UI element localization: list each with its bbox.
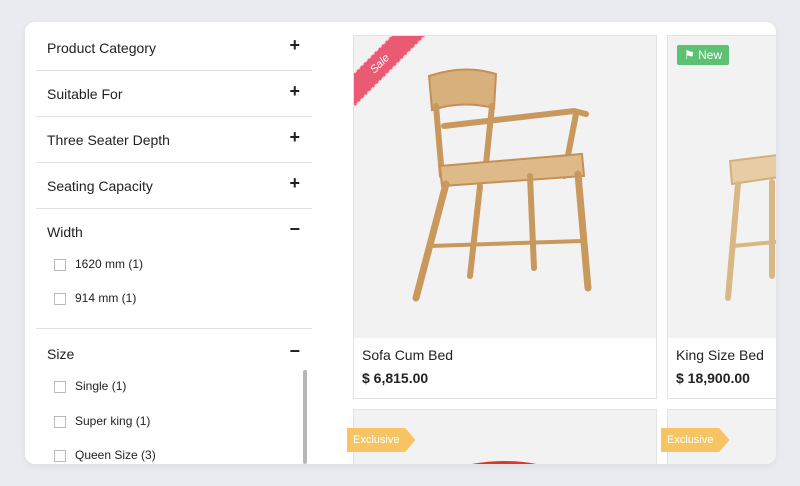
exclusive-badge: Exclusive — [661, 428, 730, 452]
checkbox[interactable] — [54, 416, 66, 428]
checkbox[interactable] — [54, 293, 66, 305]
badge-label: New — [698, 48, 723, 62]
filter-three-seater-depth[interactable]: Three Seater Depth + — [36, 116, 312, 163]
option-label: Super king (1) — [75, 414, 151, 428]
sale-badge: Sale — [354, 36, 431, 115]
shop-window: Product Category + Suitable For + Three … — [25, 22, 776, 464]
filter-product-category[interactable]: Product Category + — [36, 24, 312, 71]
filter-suitable-for[interactable]: Suitable For + — [36, 70, 312, 117]
product-card[interactable]: ⚑ New King Size Bed $ 18,900.00 — [667, 35, 776, 399]
tag-icon: ⚑ — [684, 48, 695, 62]
checkbox[interactable] — [54, 450, 66, 462]
filter-label: Suitable For — [47, 86, 123, 102]
product-price: $ 6,815.00 — [362, 370, 429, 386]
new-badge: ⚑ New — [677, 45, 730, 65]
filter-label: Size — [47, 346, 75, 362]
filter-label: Width — [47, 224, 83, 240]
expand-icon[interactable]: + — [289, 35, 300, 55]
product-image[interactable]: ⚑ New — [668, 36, 776, 338]
filter-label: Product Category — [47, 40, 156, 56]
chair-image — [725, 154, 776, 301]
collapse-icon[interactable]: − — [289, 341, 300, 361]
option-label: 914 mm (1) — [75, 291, 137, 305]
expand-icon[interactable]: + — [289, 81, 300, 101]
divider — [36, 328, 312, 329]
checkbox[interactable] — [54, 259, 66, 271]
product-image[interactable]: Sale — [354, 36, 656, 338]
filter-label: Seating Capacity — [47, 178, 153, 194]
filter-size[interactable]: Size − — [36, 330, 312, 376]
scrollbar[interactable] — [303, 370, 307, 464]
filter-seating-capacity[interactable]: Seating Capacity + — [36, 162, 312, 209]
option-label: Queen Size (3) — [75, 448, 156, 462]
product-card[interactable]: Sale Sofa Cum Bed $ 6,815.00 — [353, 35, 657, 399]
product-name[interactable]: King Size Bed — [676, 347, 764, 363]
collapse-icon[interactable]: − — [289, 219, 300, 239]
product-name[interactable]: Sofa Cum Bed — [362, 347, 453, 363]
option-label: 1620 mm (1) — [75, 257, 144, 271]
filter-width[interactable]: Width − — [36, 208, 312, 254]
option-label: Single (1) — [75, 379, 127, 393]
exclusive-badge: Exclusive — [347, 428, 416, 452]
expand-icon[interactable]: + — [289, 173, 300, 193]
filter-label: Three Seater Depth — [47, 132, 170, 148]
filter-sidebar: Product Category + Suitable For + Three … — [36, 22, 312, 464]
expand-icon[interactable]: + — [289, 127, 300, 147]
sale-ribbon: Sale — [354, 36, 438, 120]
checkbox[interactable] — [54, 381, 66, 393]
product-price: $ 18,900.00 — [676, 370, 750, 386]
